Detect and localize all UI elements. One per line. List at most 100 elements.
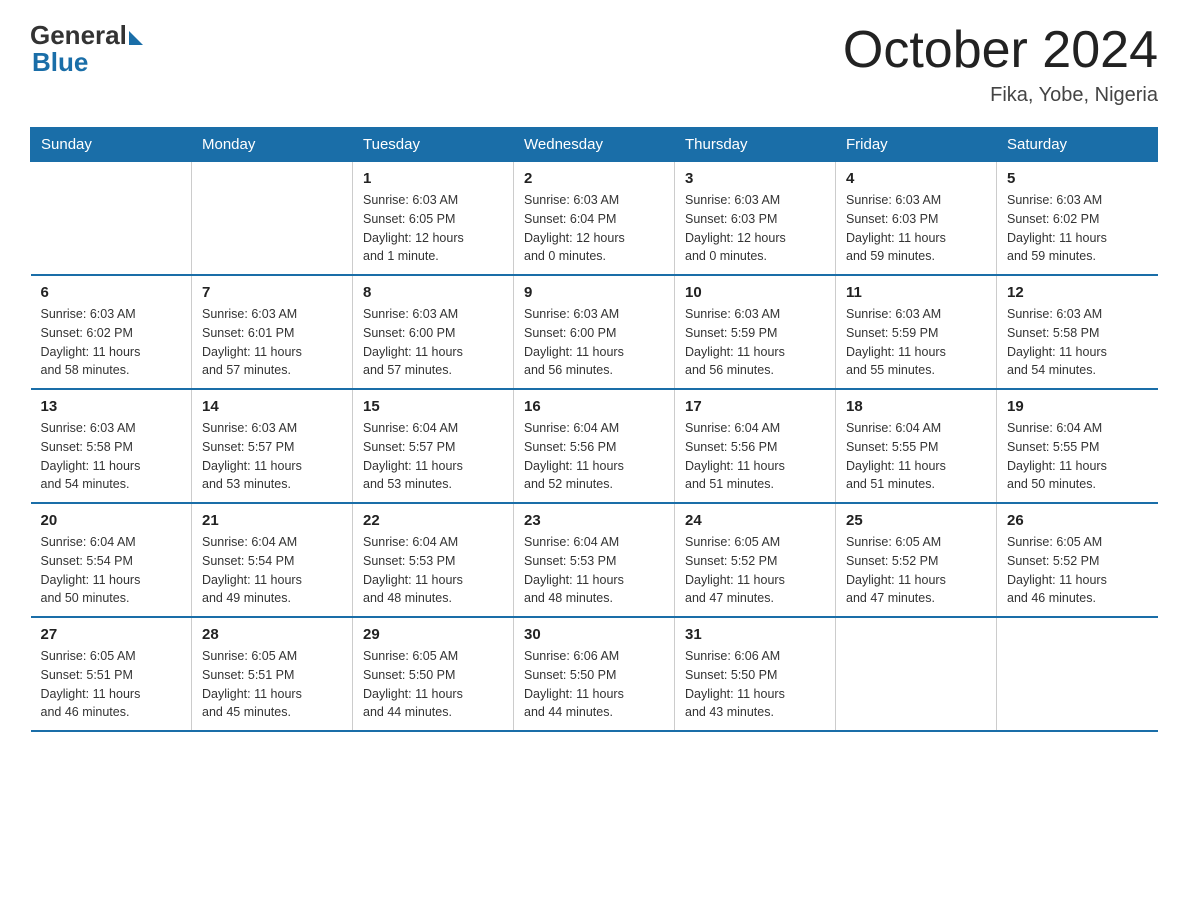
day-of-week-header: Sunday — [31, 128, 192, 162]
day-info: Sunrise: 6:04 AM Sunset: 5:56 PM Dayligh… — [524, 419, 664, 494]
calendar-cell: 4 Sunrise: 6:03 AM Sunset: 6:03 PM Daylig… — [836, 162, 997, 276]
calendar-cell: 2Sunrise: 6:03 AM Sunset: 6:04 PM Daylig… — [514, 162, 675, 276]
day-info: Sunrise: 6:05 AM Sunset: 5:50 PM Dayligh… — [363, 647, 503, 722]
day-info: Sunrise: 6:04 AM Sunset: 5:57 PM Dayligh… — [363, 419, 503, 494]
day-info: Sunrise: 6:06 AM Sunset: 5:50 PM Dayligh… — [685, 647, 825, 722]
calendar-cell: 5 Sunrise: 6:03 AM Sunset: 6:02 PM Daylig… — [997, 162, 1158, 276]
calendar-cell: 17 Sunrise: 6:04 AM Sunset: 5:56 PM Dayli… — [675, 389, 836, 503]
month-title: October 2024 — [843, 20, 1158, 80]
day-info: Sunrise: 6:03 AM Sunset: 6:01 PM Dayligh… — [202, 305, 342, 380]
calendar-cell — [836, 617, 997, 731]
day-info: Sunrise: 6:06 AM Sunset: 5:50 PM Dayligh… — [524, 647, 664, 722]
calendar-cell: 3 Sunrise: 6:03 AM Sunset: 6:03 PM Daylig… — [675, 162, 836, 276]
day-info: Sunrise: 6:05 AM Sunset: 5:52 PM Dayligh… — [1007, 533, 1148, 608]
day-number: 13 — [41, 398, 182, 415]
day-number: 31 — [685, 626, 825, 643]
calendar-cell: 15 Sunrise: 6:04 AM Sunset: 5:57 PM Dayli… — [353, 389, 514, 503]
calendar-cell: 11 Sunrise: 6:03 AM Sunset: 5:59 PM Dayli… — [836, 275, 997, 389]
day-number: 9 — [524, 284, 664, 301]
day-number: 26 — [1007, 512, 1148, 529]
calendar-cell: 8 Sunrise: 6:03 AM Sunset: 6:00 PM Daylig… — [353, 275, 514, 389]
day-number: 17 — [685, 398, 825, 415]
day-number: 8 — [363, 284, 503, 301]
day-info: Sunrise: 6:03 AM Sunset: 5:58 PM Dayligh… — [1007, 305, 1148, 380]
calendar-cell — [31, 162, 192, 276]
day-info: Sunrise: 6:03 AM Sunset: 6:00 PM Dayligh… — [363, 305, 503, 380]
logo-blue-text: Blue — [32, 47, 88, 78]
day-info: Sunrise: 6:04 AM Sunset: 5:53 PM Dayligh… — [524, 533, 664, 608]
calendar-cell: 7Sunrise: 6:03 AM Sunset: 6:01 PM Daylig… — [192, 275, 353, 389]
day-info: Sunrise: 6:03 AM Sunset: 5:59 PM Dayligh… — [846, 305, 986, 380]
calendar-cell: 26 Sunrise: 6:05 AM Sunset: 5:52 PM Dayli… — [997, 503, 1158, 617]
day-info: Sunrise: 6:03 AM Sunset: 5:57 PM Dayligh… — [202, 419, 342, 494]
day-info: Sunrise: 6:04 AM Sunset: 5:55 PM Dayligh… — [1007, 419, 1148, 494]
day-info: Sunrise: 6:03 AM Sunset: 6:03 PM Dayligh… — [846, 191, 986, 266]
day-number: 11 — [846, 284, 986, 301]
calendar-cell: 19Sunrise: 6:04 AM Sunset: 5:55 PM Dayli… — [997, 389, 1158, 503]
calendar-cell: 14Sunrise: 6:03 AM Sunset: 5:57 PM Dayli… — [192, 389, 353, 503]
calendar-cell: 10 Sunrise: 6:03 AM Sunset: 5:59 PM Dayli… — [675, 275, 836, 389]
calendar-cell: 1Sunrise: 6:03 AM Sunset: 6:05 PM Daylig… — [353, 162, 514, 276]
calendar-cell: 28 Sunrise: 6:05 AM Sunset: 5:51 PM Dayli… — [192, 617, 353, 731]
day-number: 15 — [363, 398, 503, 415]
day-info: Sunrise: 6:03 AM Sunset: 5:58 PM Dayligh… — [41, 419, 182, 494]
day-number: 27 — [41, 626, 182, 643]
day-info: Sunrise: 6:03 AM Sunset: 6:00 PM Dayligh… — [524, 305, 664, 380]
day-info: Sunrise: 6:05 AM Sunset: 5:51 PM Dayligh… — [202, 647, 342, 722]
day-number: 21 — [202, 512, 342, 529]
calendar-cell: 16 Sunrise: 6:04 AM Sunset: 5:56 PM Dayli… — [514, 389, 675, 503]
calendar-week-row: 13 Sunrise: 6:03 AM Sunset: 5:58 PM Dayli… — [31, 389, 1158, 503]
day-info: Sunrise: 6:04 AM Sunset: 5:56 PM Dayligh… — [685, 419, 825, 494]
day-of-week-header: Tuesday — [353, 128, 514, 162]
logo-arrow-icon — [129, 31, 143, 45]
calendar-cell: 24 Sunrise: 6:05 AM Sunset: 5:52 PM Dayli… — [675, 503, 836, 617]
day-info: Sunrise: 6:05 AM Sunset: 5:51 PM Dayligh… — [41, 647, 182, 722]
day-info: Sunrise: 6:03 AM Sunset: 6:05 PM Dayligh… — [363, 191, 503, 266]
calendar-week-row: 1Sunrise: 6:03 AM Sunset: 6:05 PM Daylig… — [31, 162, 1158, 276]
logo: General Blue — [30, 20, 143, 78]
day-number: 3 — [685, 170, 825, 187]
calendar-cell: 30 Sunrise: 6:06 AM Sunset: 5:50 PM Dayli… — [514, 617, 675, 731]
day-number: 2 — [524, 170, 664, 187]
calendar-cell: 18Sunrise: 6:04 AM Sunset: 5:55 PM Dayli… — [836, 389, 997, 503]
calendar-cell: 29Sunrise: 6:05 AM Sunset: 5:50 PM Dayli… — [353, 617, 514, 731]
day-info: Sunrise: 6:03 AM Sunset: 5:59 PM Dayligh… — [685, 305, 825, 380]
day-number: 16 — [524, 398, 664, 415]
day-info: Sunrise: 6:03 AM Sunset: 6:02 PM Dayligh… — [41, 305, 182, 380]
calendar-table: SundayMondayTuesdayWednesdayThursdayFrid… — [30, 127, 1158, 732]
calendar-cell: 6 Sunrise: 6:03 AM Sunset: 6:02 PM Daylig… — [31, 275, 192, 389]
day-number: 6 — [41, 284, 182, 301]
day-info: Sunrise: 6:05 AM Sunset: 5:52 PM Dayligh… — [685, 533, 825, 608]
day-number: 5 — [1007, 170, 1148, 187]
day-number: 25 — [846, 512, 986, 529]
day-number: 4 — [846, 170, 986, 187]
day-number: 28 — [202, 626, 342, 643]
calendar-cell: 22 Sunrise: 6:04 AM Sunset: 5:53 PM Dayli… — [353, 503, 514, 617]
day-number: 30 — [524, 626, 664, 643]
calendar-cell: 25 Sunrise: 6:05 AM Sunset: 5:52 PM Dayli… — [836, 503, 997, 617]
calendar-header-row: SundayMondayTuesdayWednesdayThursdayFrid… — [31, 128, 1158, 162]
day-number: 10 — [685, 284, 825, 301]
calendar-cell: 20Sunrise: 6:04 AM Sunset: 5:54 PM Dayli… — [31, 503, 192, 617]
title-area: October 2024 Fika, Yobe, Nigeria — [843, 20, 1158, 107]
day-of-week-header: Saturday — [997, 128, 1158, 162]
day-info: Sunrise: 6:05 AM Sunset: 5:52 PM Dayligh… — [846, 533, 986, 608]
calendar-cell: 27 Sunrise: 6:05 AM Sunset: 5:51 PM Dayli… — [31, 617, 192, 731]
day-info: Sunrise: 6:03 AM Sunset: 6:02 PM Dayligh… — [1007, 191, 1148, 266]
day-number: 12 — [1007, 284, 1148, 301]
calendar-cell: 12 Sunrise: 6:03 AM Sunset: 5:58 PM Dayli… — [997, 275, 1158, 389]
calendar-week-row: 20Sunrise: 6:04 AM Sunset: 5:54 PM Dayli… — [31, 503, 1158, 617]
location: Fika, Yobe, Nigeria — [843, 84, 1158, 107]
day-number: 18 — [846, 398, 986, 415]
day-number: 24 — [685, 512, 825, 529]
calendar-week-row: 27 Sunrise: 6:05 AM Sunset: 5:51 PM Dayli… — [31, 617, 1158, 731]
day-info: Sunrise: 6:03 AM Sunset: 6:03 PM Dayligh… — [685, 191, 825, 266]
calendar-cell: 9 Sunrise: 6:03 AM Sunset: 6:00 PM Daylig… — [514, 275, 675, 389]
day-info: Sunrise: 6:04 AM Sunset: 5:53 PM Dayligh… — [363, 533, 503, 608]
day-number: 22 — [363, 512, 503, 529]
day-of-week-header: Monday — [192, 128, 353, 162]
calendar-cell: 21Sunrise: 6:04 AM Sunset: 5:54 PM Dayli… — [192, 503, 353, 617]
calendar-cell: 23Sunrise: 6:04 AM Sunset: 5:53 PM Dayli… — [514, 503, 675, 617]
day-of-week-header: Wednesday — [514, 128, 675, 162]
calendar-cell: 13 Sunrise: 6:03 AM Sunset: 5:58 PM Dayli… — [31, 389, 192, 503]
